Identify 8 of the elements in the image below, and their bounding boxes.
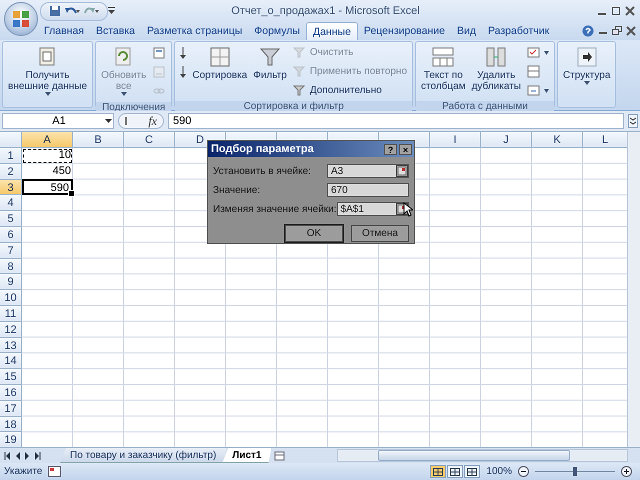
field-label: Значение:: [213, 184, 260, 196]
field-label: Изменяя значение ячейки:: [213, 204, 337, 214]
group-label: Работа с данными: [416, 101, 554, 112]
zoom-level: 100%: [486, 466, 512, 477]
status-text: Укажите: [4, 466, 42, 477]
field-label: Установить в ячейке:: [213, 166, 311, 176]
window-title: Отчет_о_продажах1 - Microsoft Excel: [230, 5, 421, 17]
group-label: Сортировка и фильтр: [175, 101, 412, 112]
